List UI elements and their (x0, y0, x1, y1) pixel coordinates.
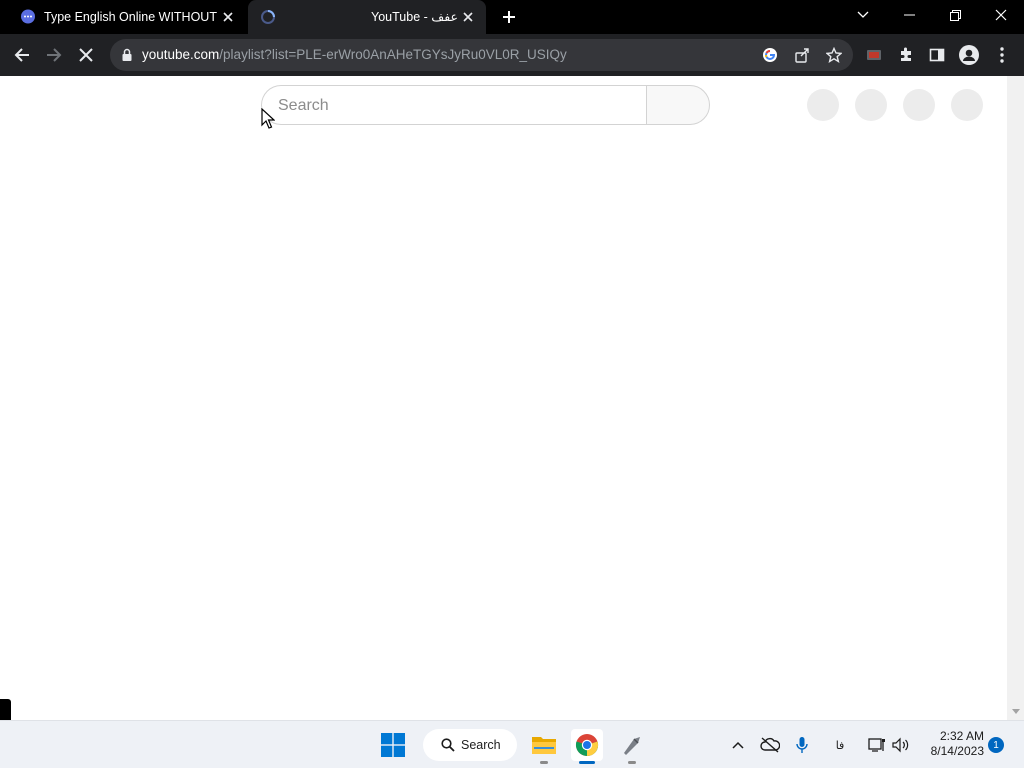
tab-strip: Type English Online WITHOUT ar YouTube -… (0, 0, 1024, 34)
mouse-cursor-icon (261, 108, 275, 129)
edge-marker (0, 699, 11, 720)
speaker-icon (892, 737, 909, 753)
arrow-left-icon (14, 48, 29, 62)
share-icon[interactable] (792, 45, 812, 65)
url-host: youtube.com (142, 47, 220, 62)
clock[interactable]: 2:32 AM 8/14/2023 (920, 729, 984, 759)
new-tab-button[interactable] (499, 7, 519, 27)
plus-icon (503, 11, 515, 23)
tab-youtube[interactable]: YouTube - عفف (248, 0, 486, 34)
onedrive-offline-button[interactable] (759, 734, 781, 756)
show-hidden-icons-button[interactable] (727, 734, 749, 756)
extension-button[interactable] (860, 41, 888, 69)
browser-window: Type English Online WITHOUT ar YouTube -… (0, 0, 1024, 768)
microphone-button[interactable] (791, 734, 813, 756)
taskbar: Search فا 2:32 AM 8/14/2023 1 (0, 720, 1024, 768)
network-icon (868, 738, 885, 752)
forward-button[interactable] (40, 41, 68, 69)
restore-button[interactable] (932, 0, 978, 30)
triangle-down-icon (1011, 709, 1020, 714)
tab-title: Type English Online WITHOUT ar (44, 10, 218, 24)
notification-badge[interactable]: 1 (988, 737, 1004, 753)
search-box[interactable] (261, 85, 647, 125)
placeholder-avatar[interactable] (807, 89, 839, 121)
browser-toolbar: youtube.com/playlist?list=PLE-erWro0AnAH… (0, 34, 1024, 76)
chat-bubble-icon (21, 9, 35, 24)
url-path: /playlist?list=PLE-erWro0AnAHeTGYsJyRu0V… (219, 47, 567, 62)
menu-button[interactable] (988, 41, 1016, 69)
loading-spinner-icon (261, 10, 275, 24)
running-indicator (628, 761, 636, 764)
arrow-right-icon (47, 48, 62, 62)
kebab-menu-icon (1000, 47, 1004, 63)
tab-type-english[interactable]: Type English Online WITHOUT ar (8, 0, 246, 34)
app-taskbar-button[interactable] (616, 729, 648, 761)
network-button[interactable] (866, 734, 888, 756)
placeholder-avatar[interactable] (951, 89, 983, 121)
extension-image-icon (867, 50, 881, 60)
page-content (0, 76, 1007, 720)
placeholder-avatar[interactable] (855, 89, 887, 121)
stop-loading-button[interactable] (72, 41, 100, 69)
close-icon[interactable] (460, 9, 476, 25)
chevron-up-icon (732, 741, 744, 749)
bookmark-star-icon[interactable] (824, 45, 844, 65)
chrome-taskbar-button[interactable] (571, 729, 603, 761)
active-indicator (579, 761, 595, 764)
tab-title: YouTube - عفف (371, 10, 458, 24)
clock-time: 2:32 AM (939, 729, 984, 743)
url-text[interactable]: youtube.com/playlist?list=PLE-erWro0AnAH… (142, 47, 567, 63)
scroll-down-button[interactable] (1007, 703, 1024, 720)
placeholder-avatar[interactable] (903, 89, 935, 121)
address-bar[interactable]: youtube.com/playlist?list=PLE-erWro0AnAH… (110, 39, 853, 71)
search-button[interactable] (646, 85, 710, 125)
avatar-icon (959, 45, 979, 65)
google-lens-icon[interactable] (760, 45, 780, 65)
close-icon (995, 9, 1007, 21)
taskbar-search-button[interactable]: Search (423, 729, 517, 761)
minimize-button[interactable] (886, 0, 932, 30)
chevron-down-icon (857, 11, 869, 18)
start-button[interactable] (377, 729, 409, 761)
close-icon (79, 48, 93, 62)
clock-date: 8/14/2023 (930, 744, 984, 758)
vertical-scrollbar[interactable] (1007, 76, 1024, 720)
running-indicator (540, 761, 548, 764)
input-language-button[interactable]: فا (829, 734, 851, 756)
file-explorer-button[interactable] (528, 729, 560, 761)
search-icon (441, 738, 455, 752)
minimize-icon (903, 14, 915, 16)
taskbar-search-label: Search (461, 738, 501, 752)
pen-tool-icon (624, 737, 640, 755)
side-panel-icon (929, 48, 945, 62)
profile-button[interactable] (955, 41, 983, 69)
extensions-button[interactable] (892, 41, 920, 69)
puzzle-icon (901, 47, 911, 61)
folder-icon (532, 737, 556, 754)
tab-search-button[interactable] (840, 0, 886, 30)
chrome-icon (575, 734, 599, 757)
back-button[interactable] (8, 41, 36, 69)
lock-icon[interactable] (120, 48, 134, 62)
restore-icon (949, 9, 961, 21)
close-icon[interactable] (220, 9, 236, 25)
windows-logo-icon (381, 733, 405, 757)
cloud-off-icon (760, 737, 780, 753)
side-panel-button[interactable] (923, 41, 951, 69)
search-input[interactable] (278, 96, 628, 116)
volume-button[interactable] (890, 734, 912, 756)
close-window-button[interactable] (978, 0, 1024, 30)
microphone-icon (796, 737, 808, 753)
